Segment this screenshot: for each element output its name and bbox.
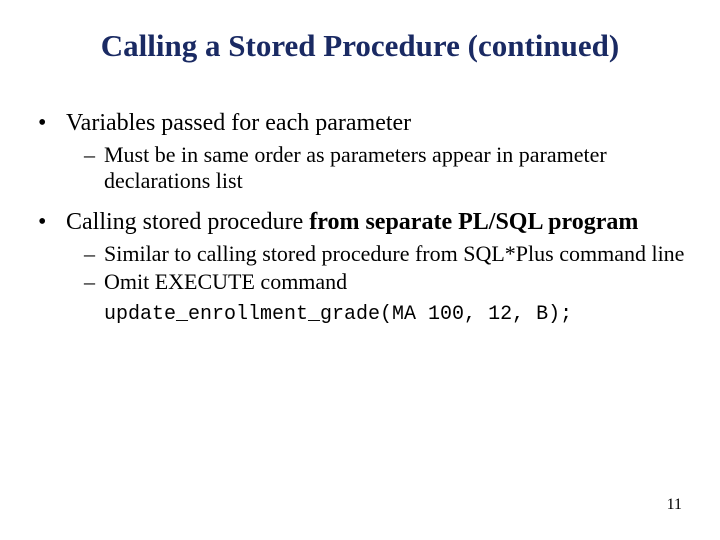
dash-icon: –	[84, 142, 104, 195]
bullet-item: • Calling stored procedure from separate…	[32, 207, 688, 237]
bullet-dot-icon: •	[32, 108, 66, 138]
bullet-dot-icon: •	[32, 207, 66, 237]
bullet-text: Variables passed for each parameter	[66, 108, 688, 138]
bullet-item: • Variables passed for each parameter	[32, 108, 688, 138]
sub-bullet-item: – Must be in same order as parameters ap…	[84, 142, 688, 195]
slide-title: Calling a Stored Procedure (continued)	[0, 28, 720, 64]
page-number: 11	[667, 496, 682, 514]
sub-bullet-text: Must be in same order as parameters appe…	[104, 142, 688, 195]
sub-bullet-item: – Omit EXECUTE command	[84, 269, 688, 295]
slide-body: • Variables passed for each parameter – …	[32, 108, 688, 327]
dash-icon: –	[84, 241, 104, 267]
sub-bullet-text: Similar to calling stored procedure from…	[104, 241, 688, 267]
slide: Calling a Stored Procedure (continued) •…	[0, 0, 720, 540]
sub-bullet-item: – Similar to calling stored procedure fr…	[84, 241, 688, 267]
bullet-text: Calling stored procedure from separate P…	[66, 207, 688, 237]
dash-icon: –	[84, 269, 104, 295]
sub-bullet-text: Omit EXECUTE command	[104, 269, 688, 295]
code-line: update_enrollment_grade(MA 100, 12, B);	[104, 302, 688, 327]
